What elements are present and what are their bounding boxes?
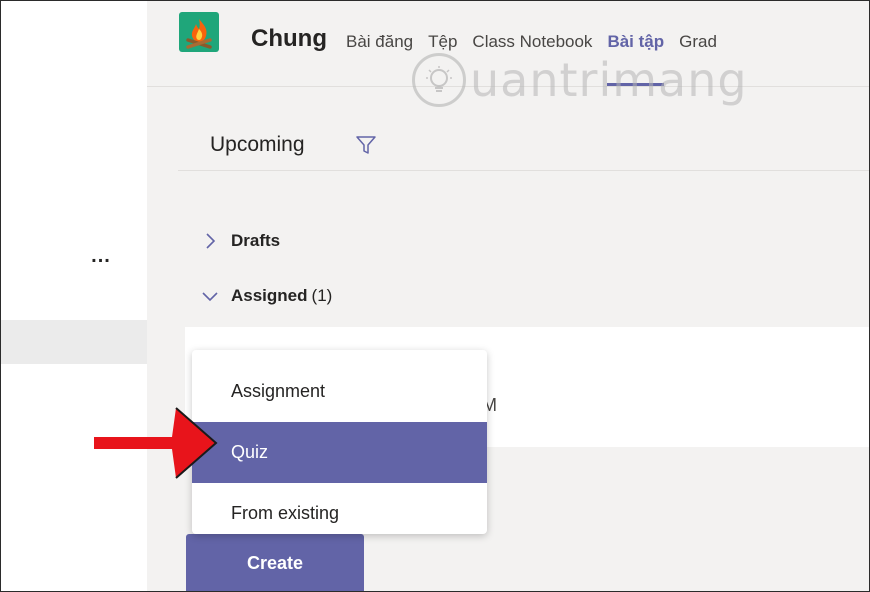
red-arrow-icon [94,407,218,479]
watermark-text: uantrimang [470,53,748,107]
team-name: Chung [251,25,327,52]
group-assigned[interactable]: Assigned (1) [201,284,332,308]
chevron-right-icon [206,233,216,249]
section-divider [178,170,870,171]
group-count: (1) [311,286,333,305]
campfire-icon [179,12,219,52]
group-label: Drafts [231,231,281,250]
more-options-icon[interactable]: ... [86,246,116,266]
menu-item-assignment[interactable]: Assignment [192,361,487,422]
left-rail: ... [0,0,147,592]
create-menu: Assignment Quiz From existing [192,350,487,534]
group-label: Assigned [231,286,308,305]
filter-label: Upcoming [210,133,305,156]
lightbulb-icon [412,53,466,107]
chevron-down-icon [202,292,218,302]
rail-selected-item[interactable] [0,320,147,364]
filter-icon[interactable] [355,134,377,156]
group-drafts[interactable]: Drafts [201,229,280,253]
menu-item-from-existing[interactable]: From existing [192,483,487,544]
tab-posts[interactable]: Bài đăng [346,30,413,54]
watermark: uantrimang [412,48,748,112]
menu-item-quiz[interactable]: Quiz [192,422,487,483]
